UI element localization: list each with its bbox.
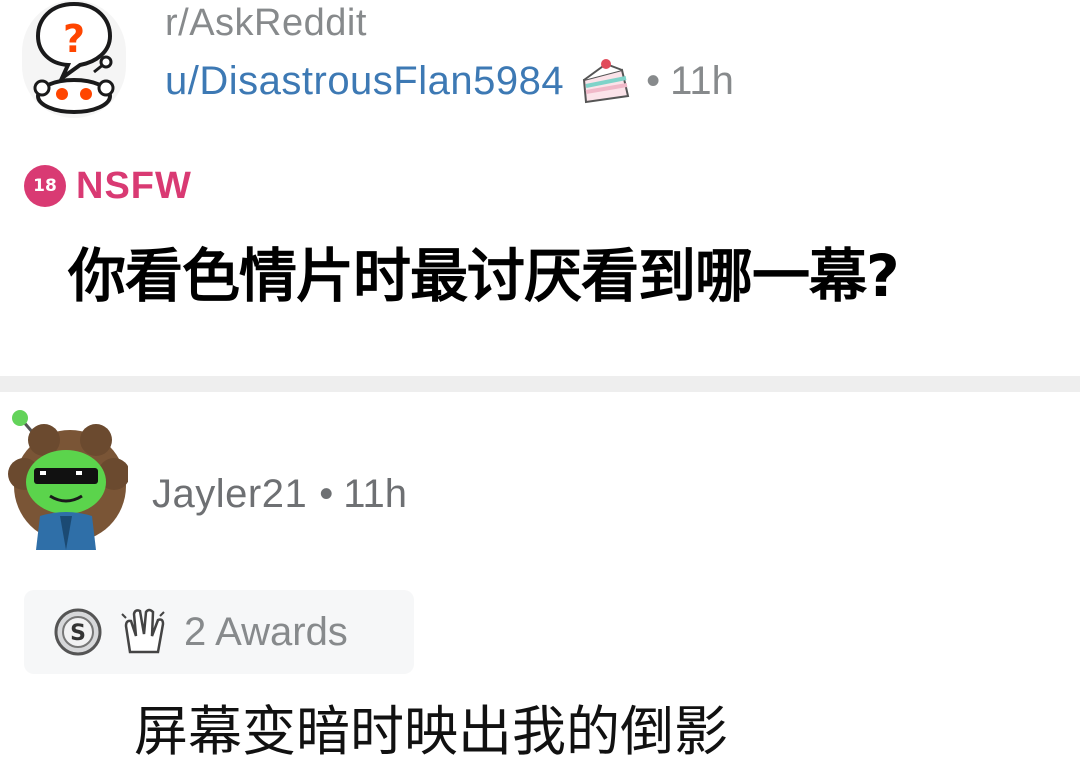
post-author-link[interactable]: u/DisastrousFlan5984	[165, 59, 564, 104]
comment-body: 屏幕变暗时映出我的倒影	[134, 700, 728, 763]
awards-count-label: 2 Awards	[184, 609, 348, 654]
comment-author-link[interactable]: Jayler21	[152, 472, 307, 517]
askreddit-snoo-icon[interactable]: ?	[22, 0, 126, 118]
awards-box[interactable]: S 2 Awards	[24, 590, 414, 674]
svg-text:?: ?	[63, 17, 85, 61]
svg-text:S: S	[70, 621, 86, 646]
comment-meta-row: Jayler21 • 11h	[152, 468, 407, 520]
subreddit-name[interactable]: r/AskReddit	[165, 0, 367, 46]
meta-separator: •	[646, 58, 661, 103]
nsfw-18-icon: 18	[24, 165, 66, 207]
comment-timestamp: 11h	[343, 471, 407, 516]
nsfw-tag: 18 NSFW	[24, 162, 192, 210]
section-divider	[0, 376, 1080, 392]
green-snoo-avatar-icon[interactable]	[4, 404, 130, 554]
post-author-row: u/DisastrousFlan5984 • 11h	[165, 56, 734, 106]
post-title[interactable]: 你看色情片时最讨厌看到哪一幕?	[68, 236, 1080, 316]
meta-separator: •	[319, 471, 334, 516]
post-header: ? r/AskReddit u/DisastrousFlan5984 • 11h	[0, 0, 1080, 130]
post-timestamp: 11h	[670, 58, 734, 103]
nsfw-label: NSFW	[76, 164, 192, 207]
cake-icon	[578, 56, 634, 106]
silver-award-icon: S	[52, 606, 104, 658]
clapping-hands-award-icon	[118, 606, 170, 658]
